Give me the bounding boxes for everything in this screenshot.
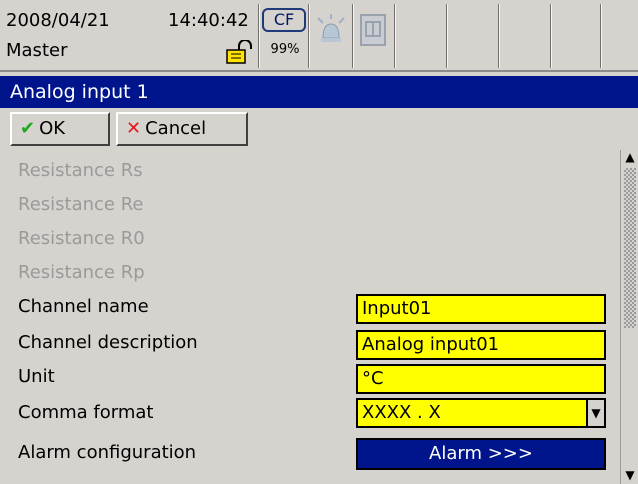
screen: 2008/04/21 14:40:42 Master CF 99% Analog… xyxy=(0,0,638,484)
channel-name-input[interactable]: Input01 xyxy=(356,294,606,324)
alarm-configuration-label: Alarm configuration xyxy=(18,442,197,463)
settings-panel: Resistance Rs Resistance Re Resistance R… xyxy=(0,150,620,484)
unit-input[interactable]: °C xyxy=(356,364,606,394)
resistance-r0-label: Resistance R0 xyxy=(18,228,145,249)
status-divider xyxy=(498,4,500,68)
cf-usage-percent: 99% xyxy=(270,42,300,57)
status-divider xyxy=(550,4,552,68)
ok-button[interactable]: ✔ OK xyxy=(10,112,110,146)
window-title: Analog input 1 xyxy=(0,76,638,108)
document-icon xyxy=(358,12,388,48)
status-date: 2008/04/21 xyxy=(6,10,110,31)
channel-description-label: Channel description xyxy=(18,332,198,353)
status-divider xyxy=(352,4,354,68)
comma-format-label: Comma format xyxy=(18,402,154,423)
comma-format-value: XXXX . X xyxy=(362,402,441,423)
alarm-bell-icon xyxy=(312,12,350,50)
lock-icon xyxy=(224,39,254,64)
cf-card-icon: CF xyxy=(262,8,306,32)
check-icon: ✔ xyxy=(20,118,36,139)
cross-icon: ✕ xyxy=(126,118,142,139)
status-divider xyxy=(446,4,448,68)
scroll-up-arrow-icon[interactable]: ▲ xyxy=(623,150,637,164)
comma-format-select[interactable]: XXXX . X ▼ xyxy=(356,398,606,428)
cancel-label: Cancel xyxy=(145,118,207,139)
dropdown-arrow-icon[interactable]: ▼ xyxy=(586,400,604,426)
vertical-scrollbar[interactable]: ▲ ▼ xyxy=(620,150,638,484)
status-user: Master xyxy=(6,40,68,61)
ok-label: OK xyxy=(39,118,66,139)
status-time: 14:40:42 xyxy=(168,10,249,31)
status-divider xyxy=(394,4,396,68)
unit-label: Unit xyxy=(18,366,55,387)
scroll-down-arrow-icon[interactable]: ▼ xyxy=(623,468,637,482)
status-divider xyxy=(308,4,310,68)
status-divider xyxy=(258,4,260,68)
cancel-button[interactable]: ✕ Cancel xyxy=(116,112,248,146)
toolbar: ✔ OK ✕ Cancel xyxy=(0,108,638,150)
status-divider xyxy=(600,4,602,68)
alarm-button[interactable]: Alarm >>> xyxy=(356,438,606,470)
status-bar: 2008/04/21 14:40:42 Master CF 99% xyxy=(0,0,638,72)
channel-description-input[interactable]: Analog input01 xyxy=(356,330,606,360)
resistance-rs-label: Resistance Rs xyxy=(18,160,143,181)
scroll-thumb[interactable] xyxy=(624,168,636,328)
channel-name-label: Channel name xyxy=(18,296,149,317)
resistance-re-label: Resistance Re xyxy=(18,194,144,215)
resistance-rp-label: Resistance Rp xyxy=(18,262,145,283)
datetime-panel: 2008/04/21 14:40:42 Master xyxy=(6,6,258,66)
